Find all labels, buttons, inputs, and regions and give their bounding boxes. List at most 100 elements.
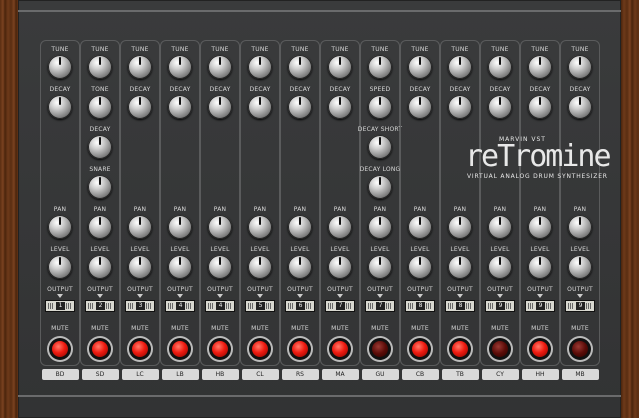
output-number: 2	[96, 302, 105, 310]
mute-button[interactable]	[89, 338, 111, 360]
decay-knob[interactable]	[568, 95, 592, 119]
pan-knob[interactable]	[248, 215, 272, 239]
output-selector[interactable]: 8	[445, 300, 475, 312]
knob-label: PAN	[453, 206, 467, 213]
knob-label: OUTPUT	[447, 286, 473, 293]
decay-knob[interactable]	[88, 135, 112, 159]
pan-knob[interactable]	[528, 215, 552, 239]
level-knob[interactable]	[328, 255, 352, 279]
output-selector[interactable]: 2	[85, 300, 115, 312]
tune-knob[interactable]	[408, 55, 432, 79]
tune-knob[interactable]	[528, 55, 552, 79]
output-selector[interactable]: 7	[325, 300, 355, 312]
pan-knob[interactable]	[408, 215, 432, 239]
tune-knob[interactable]	[328, 55, 352, 79]
pan-knob[interactable]	[88, 215, 112, 239]
knob-label: PAN	[573, 206, 587, 213]
snare-knob[interactable]	[88, 175, 112, 199]
mute-button[interactable]	[449, 338, 471, 360]
decay-knob[interactable]	[408, 95, 432, 119]
level-knob[interactable]	[408, 255, 432, 279]
output-selector[interactable]: 9	[565, 300, 595, 312]
decay-knob[interactable]	[48, 95, 72, 119]
output-selector[interactable]: 3	[125, 300, 155, 312]
level-knob[interactable]	[128, 255, 152, 279]
tune-knob[interactable]	[488, 55, 512, 79]
mute-button[interactable]	[49, 338, 71, 360]
mute-button[interactable]	[409, 338, 431, 360]
level-knob[interactable]	[568, 255, 592, 279]
mute-button[interactable]	[249, 338, 271, 360]
knob-label: PAN	[213, 206, 227, 213]
pan-knob[interactable]	[448, 215, 472, 239]
pan-knob[interactable]	[168, 215, 192, 239]
decay-knob[interactable]	[288, 95, 312, 119]
tune-knob[interactable]	[248, 55, 272, 79]
pan-knob[interactable]	[368, 215, 392, 239]
level-knob[interactable]	[248, 255, 272, 279]
channel-name: MB	[561, 369, 599, 380]
level-knob[interactable]	[488, 255, 512, 279]
mute-button[interactable]	[369, 338, 391, 360]
knob-label: TUNE	[451, 46, 469, 53]
tune-knob[interactable]	[168, 55, 192, 79]
decay-knob[interactable]	[528, 95, 552, 119]
mute-button[interactable]	[289, 338, 311, 360]
output-selector[interactable]: 9	[525, 300, 555, 312]
level-knob[interactable]	[448, 255, 472, 279]
tune-knob[interactable]	[368, 55, 392, 79]
decay-knob[interactable]	[328, 95, 352, 119]
mute-button[interactable]	[489, 338, 511, 360]
pan-knob[interactable]	[568, 215, 592, 239]
tune-knob[interactable]	[288, 55, 312, 79]
tune-knob[interactable]	[128, 55, 152, 79]
level-knob[interactable]	[208, 255, 232, 279]
tune-knob[interactable]	[568, 55, 592, 79]
tune-knob[interactable]	[208, 55, 232, 79]
output-selector[interactable]: 4	[165, 300, 195, 312]
decay-short-knob[interactable]	[368, 135, 392, 159]
pan-knob[interactable]	[488, 215, 512, 239]
mute-button[interactable]	[129, 338, 151, 360]
mute-button[interactable]	[529, 338, 551, 360]
knob-label: DECAY	[129, 86, 151, 93]
knob-label: TUNE	[171, 46, 189, 53]
level-knob[interactable]	[88, 255, 112, 279]
tune-knob[interactable]	[48, 55, 72, 79]
pan-knob[interactable]	[48, 215, 72, 239]
decay-knob[interactable]	[488, 95, 512, 119]
decay-knob[interactable]	[128, 95, 152, 119]
mute-button[interactable]	[209, 338, 231, 360]
pan-knob[interactable]	[208, 215, 232, 239]
tone-knob[interactable]	[88, 95, 112, 119]
pan-knob[interactable]	[128, 215, 152, 239]
output-number: 7	[336, 302, 345, 310]
speed-knob[interactable]	[368, 95, 392, 119]
mute-button[interactable]	[329, 338, 351, 360]
level-knob[interactable]	[528, 255, 552, 279]
output-selector[interactable]: 1	[45, 300, 75, 312]
level-knob[interactable]	[48, 255, 72, 279]
output-selector[interactable]: 4	[205, 300, 235, 312]
output-selector[interactable]: 9	[485, 300, 515, 312]
knob-label: MUTE	[171, 325, 189, 332]
level-knob[interactable]	[288, 255, 312, 279]
level-knob[interactable]	[368, 255, 392, 279]
mute-button[interactable]	[169, 338, 191, 360]
pan-knob[interactable]	[328, 215, 352, 239]
output-arrow-icon	[97, 294, 103, 298]
tune-knob[interactable]	[88, 55, 112, 79]
tune-knob[interactable]	[448, 55, 472, 79]
output-selector[interactable]: 8	[405, 300, 435, 312]
decay-knob[interactable]	[208, 95, 232, 119]
output-selector[interactable]: 5	[245, 300, 275, 312]
decay-knob[interactable]	[168, 95, 192, 119]
mute-button[interactable]	[569, 338, 591, 360]
level-knob[interactable]	[168, 255, 192, 279]
decay-knob[interactable]	[448, 95, 472, 119]
pan-knob[interactable]	[288, 215, 312, 239]
decay-long-knob[interactable]	[368, 175, 392, 199]
output-selector[interactable]: 6	[285, 300, 315, 312]
decay-knob[interactable]	[248, 95, 272, 119]
output-selector[interactable]: 7	[365, 300, 395, 312]
